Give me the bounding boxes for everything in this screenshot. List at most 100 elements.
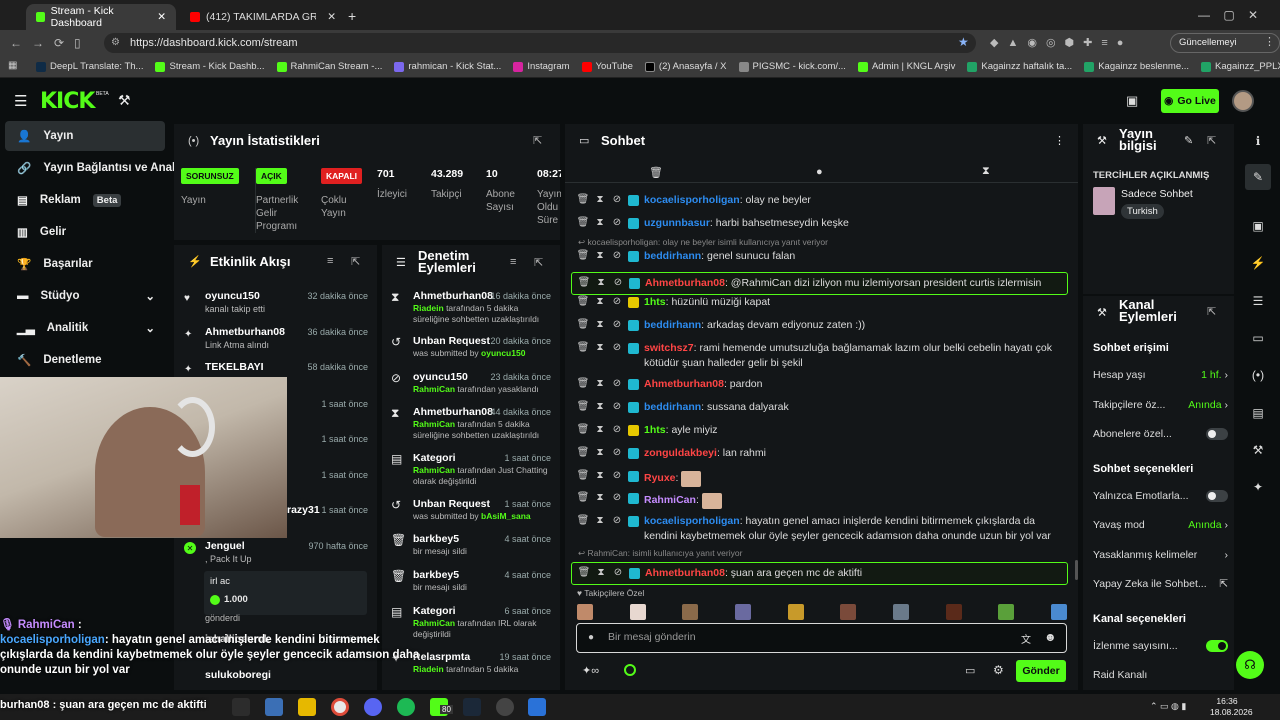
chat-message[interactable]: 🗑 ⧗ ⊘ zonguldakbeyi: lan rahmi <box>577 446 1067 461</box>
hamburger-menu-icon[interactable]: ☰ <box>14 92 27 110</box>
trash-icon[interactable]: 🗑 <box>577 400 590 412</box>
broadcast-icon[interactable]: (•) <box>1245 362 1271 388</box>
info-icon[interactable]: ℹ <box>1245 128 1271 154</box>
chat-message[interactable]: 🗑 ⧗ ⊘ Ahmetburhan08: @RahmiCan dizi izliyon… <box>571 272 1068 295</box>
chat-message[interactable]: 🗑 ⧗ ⊘ uzgunnbasur: harbi bahsetmeseydin keş… <box>577 216 1067 231</box>
chat-message[interactable]: 🗑 ⧗ ⊘ Ryuxe: <box>577 469 1067 487</box>
clock[interactable]: 16:36 18.08.2026 <box>1210 696 1253 718</box>
bookmark-item[interactable]: (2) Anasayfa / X <box>644 61 727 72</box>
emote[interactable] <box>945 604 962 620</box>
extension-icons[interactable]: ◆▲◉◎⬢✚≡● <box>990 36 1132 49</box>
tab-youtube[interactable]: (412) TAKIMLARDA GRUPLAŞM ✕ <box>180 4 346 30</box>
chat-message[interactable]: 🗑 ⧗ ⊘ switchsz7: rami hemende umutsuzluğa b… <box>577 341 1067 371</box>
bookmark-item[interactable]: Admin | KNGL Arşiv <box>857 61 955 72</box>
hourglass-icon[interactable]: ⧗ <box>594 341 606 353</box>
chat-message[interactable]: 🗑 ⧗ ⊘ 1hts: hüzünlü müziği kapat <box>577 295 1067 310</box>
raid-channel-row[interactable]: Raid Kanalı <box>1093 669 1228 681</box>
more-options-icon[interactable]: ⋮ <box>1054 134 1065 147</box>
trash-icon[interactable]: 🗑 <box>577 295 590 307</box>
edit-icon[interactable]: ✎ <box>1184 134 1193 147</box>
layers-icon[interactable]: ▤ <box>1245 400 1271 426</box>
hourglass-icon[interactable]: ⧗ <box>594 491 606 503</box>
filter-icon[interactable]: ≡ <box>327 255 333 267</box>
chat-message[interactable]: 🗑 ⧗ ⊘ 1hts: ayle miyiz <box>577 423 1067 438</box>
account-age-row[interactable]: Hesap yaşı 1 hf. › <box>1093 369 1228 381</box>
nav-item-ads[interactable]: ▤ Reklam Beta <box>5 185 165 215</box>
emote[interactable] <box>1050 604 1067 620</box>
theater-mode-icon[interactable]: ▣ <box>1126 93 1138 109</box>
emote[interactable] <box>577 604 593 620</box>
chat-username[interactable]: RahmiCan <box>644 494 696 506</box>
chat-username[interactable]: beddirhann <box>644 401 701 413</box>
avatar[interactable] <box>1232 90 1254 112</box>
trash-icon[interactable]: 🗑 <box>577 318 590 330</box>
nav-item-studio[interactable]: ▬ Stüdyo ⌄ <box>5 281 165 311</box>
system-tray[interactable]: ⌃ ▭ ◍ ▮ <box>1150 701 1186 712</box>
kick-logo[interactable]: KICK <box>40 89 95 114</box>
chat-message[interactable]: 🗑 ⧗ ⊘ beddirhann: arkadaş devam ediyonuz za… <box>577 318 1067 333</box>
chat-message[interactable]: 🗑 ⧗ ⊘ Ahmetburhan08: şuan ara geçen mc de a… <box>571 562 1068 585</box>
edit-icon[interactable]: ✎ <box>1245 164 1271 190</box>
ban-icon[interactable]: ⊘ <box>612 276 624 288</box>
ban-icon[interactable]: ⊘ <box>611 469 623 481</box>
emote[interactable] <box>998 604 1015 620</box>
emoji-icon[interactable]: ☻ <box>1044 630 1057 644</box>
emote[interactable] <box>787 604 804 620</box>
ban-icon[interactable]: ⊘ <box>611 318 623 330</box>
emote[interactable] <box>892 604 909 620</box>
chat-username[interactable]: beddirhann <box>644 319 701 331</box>
hourglass-icon[interactable]: ⧗ <box>595 276 607 288</box>
ban-icon[interactable]: ⊘ <box>611 295 623 307</box>
trash-icon[interactable]: 🗑 <box>577 341 590 353</box>
bookmark-item[interactable]: YouTube <box>581 61 633 72</box>
close-icon[interactable]: ✕ <box>157 11 166 23</box>
trash-icon[interactable]: 🗑 <box>577 377 590 389</box>
trash-icon[interactable]: 🗑 <box>578 276 591 288</box>
bookmark-item[interactable]: Kagainzz_PPLXUL -... <box>1201 61 1280 72</box>
chat-message[interactable]: 🗑 ⧗ ⊘ beddirhann: genel sunucu falan <box>577 249 1067 264</box>
lightning-icon[interactable]: ⚡ <box>1245 250 1271 276</box>
chat-username[interactable]: Ahmetburhan08 <box>645 567 725 579</box>
chat-username[interactable]: 1hts <box>644 424 666 436</box>
trash-icon[interactable]: 🗑 <box>577 491 590 503</box>
trash-icon[interactable]: 🗑 <box>577 423 590 435</box>
popout-icon[interactable]: ⇱ <box>1207 305 1216 318</box>
ban-icon[interactable]: ⊘ <box>611 400 623 412</box>
subs-only-row[interactable]: Abonelere özel... <box>1093 428 1228 440</box>
bookmark-item[interactable]: rahmican - Kick Stat... <box>394 61 501 72</box>
nav-item-achievements[interactable]: 🏆 Başarılar <box>5 249 165 279</box>
ban-icon[interactable]: ⊘ <box>611 446 623 458</box>
window-controls[interactable]: — ▢ ✕ <box>1198 8 1258 22</box>
task-view-icon[interactable] <box>232 698 250 716</box>
steam-icon[interactable] <box>463 698 481 716</box>
trash-icon[interactable]: 🗑 <box>577 216 590 228</box>
chrome-icon[interactable] <box>331 698 349 716</box>
chat-input[interactable]: Bir mesaj gönderin <box>608 631 696 643</box>
chat-message[interactable]: 🗑 ⧗ ⊘ Ahmetburhan08: pardon <box>577 377 1067 392</box>
hourglass-tab-icon[interactable]: ⧗ <box>982 165 990 178</box>
connections-icon[interactable]: ✦ <box>1245 474 1271 500</box>
popout-icon[interactable]: ⇱ <box>1207 134 1216 147</box>
trash-icon[interactable]: 🗑 <box>578 566 591 578</box>
trash-tab-icon[interactable]: 🗑 <box>649 166 663 179</box>
chat-icon[interactable]: ▭ <box>1245 325 1271 351</box>
wrench-icon[interactable]: ⚒ <box>118 92 131 109</box>
hourglass-icon[interactable]: ⧗ <box>594 318 606 330</box>
nav-item-yayin[interactable]: 👤 Yayın <box>5 121 165 151</box>
chat-username[interactable]: uzgunnbasur <box>644 217 710 229</box>
send-button[interactable]: Gönder <box>1016 660 1066 682</box>
trash-icon[interactable]: 🗑 <box>577 446 590 458</box>
nav-buttons[interactable]: ← → ⟳ ▯ <box>10 36 81 50</box>
go-live-button[interactable]: ◉ Go Live <box>1161 89 1219 113</box>
bookmark-item[interactable]: Stream - Kick Dashb... <box>155 61 265 72</box>
support-button[interactable]: ☊ <box>1236 651 1264 679</box>
viewer-count-row[interactable]: İzlenme sayısını... <box>1093 640 1228 652</box>
followers-only-row[interactable]: Takipçilere öz... Anında › <box>1093 399 1228 411</box>
chat-message[interactable]: 🗑 ⧗ ⊘ beddirhann: sussana dalyarak <box>577 400 1067 415</box>
chat-username[interactable]: Ahmetburhan08 <box>645 277 725 289</box>
ban-icon[interactable]: ⊘ <box>611 341 623 353</box>
chat-username[interactable]: Ryuxe <box>644 472 676 484</box>
list-icon[interactable]: ☰ <box>1245 288 1271 314</box>
bookmark-item[interactable]: PIGSMC - kick.com/... <box>738 61 846 72</box>
hourglass-icon[interactable]: ⧗ <box>595 566 607 578</box>
